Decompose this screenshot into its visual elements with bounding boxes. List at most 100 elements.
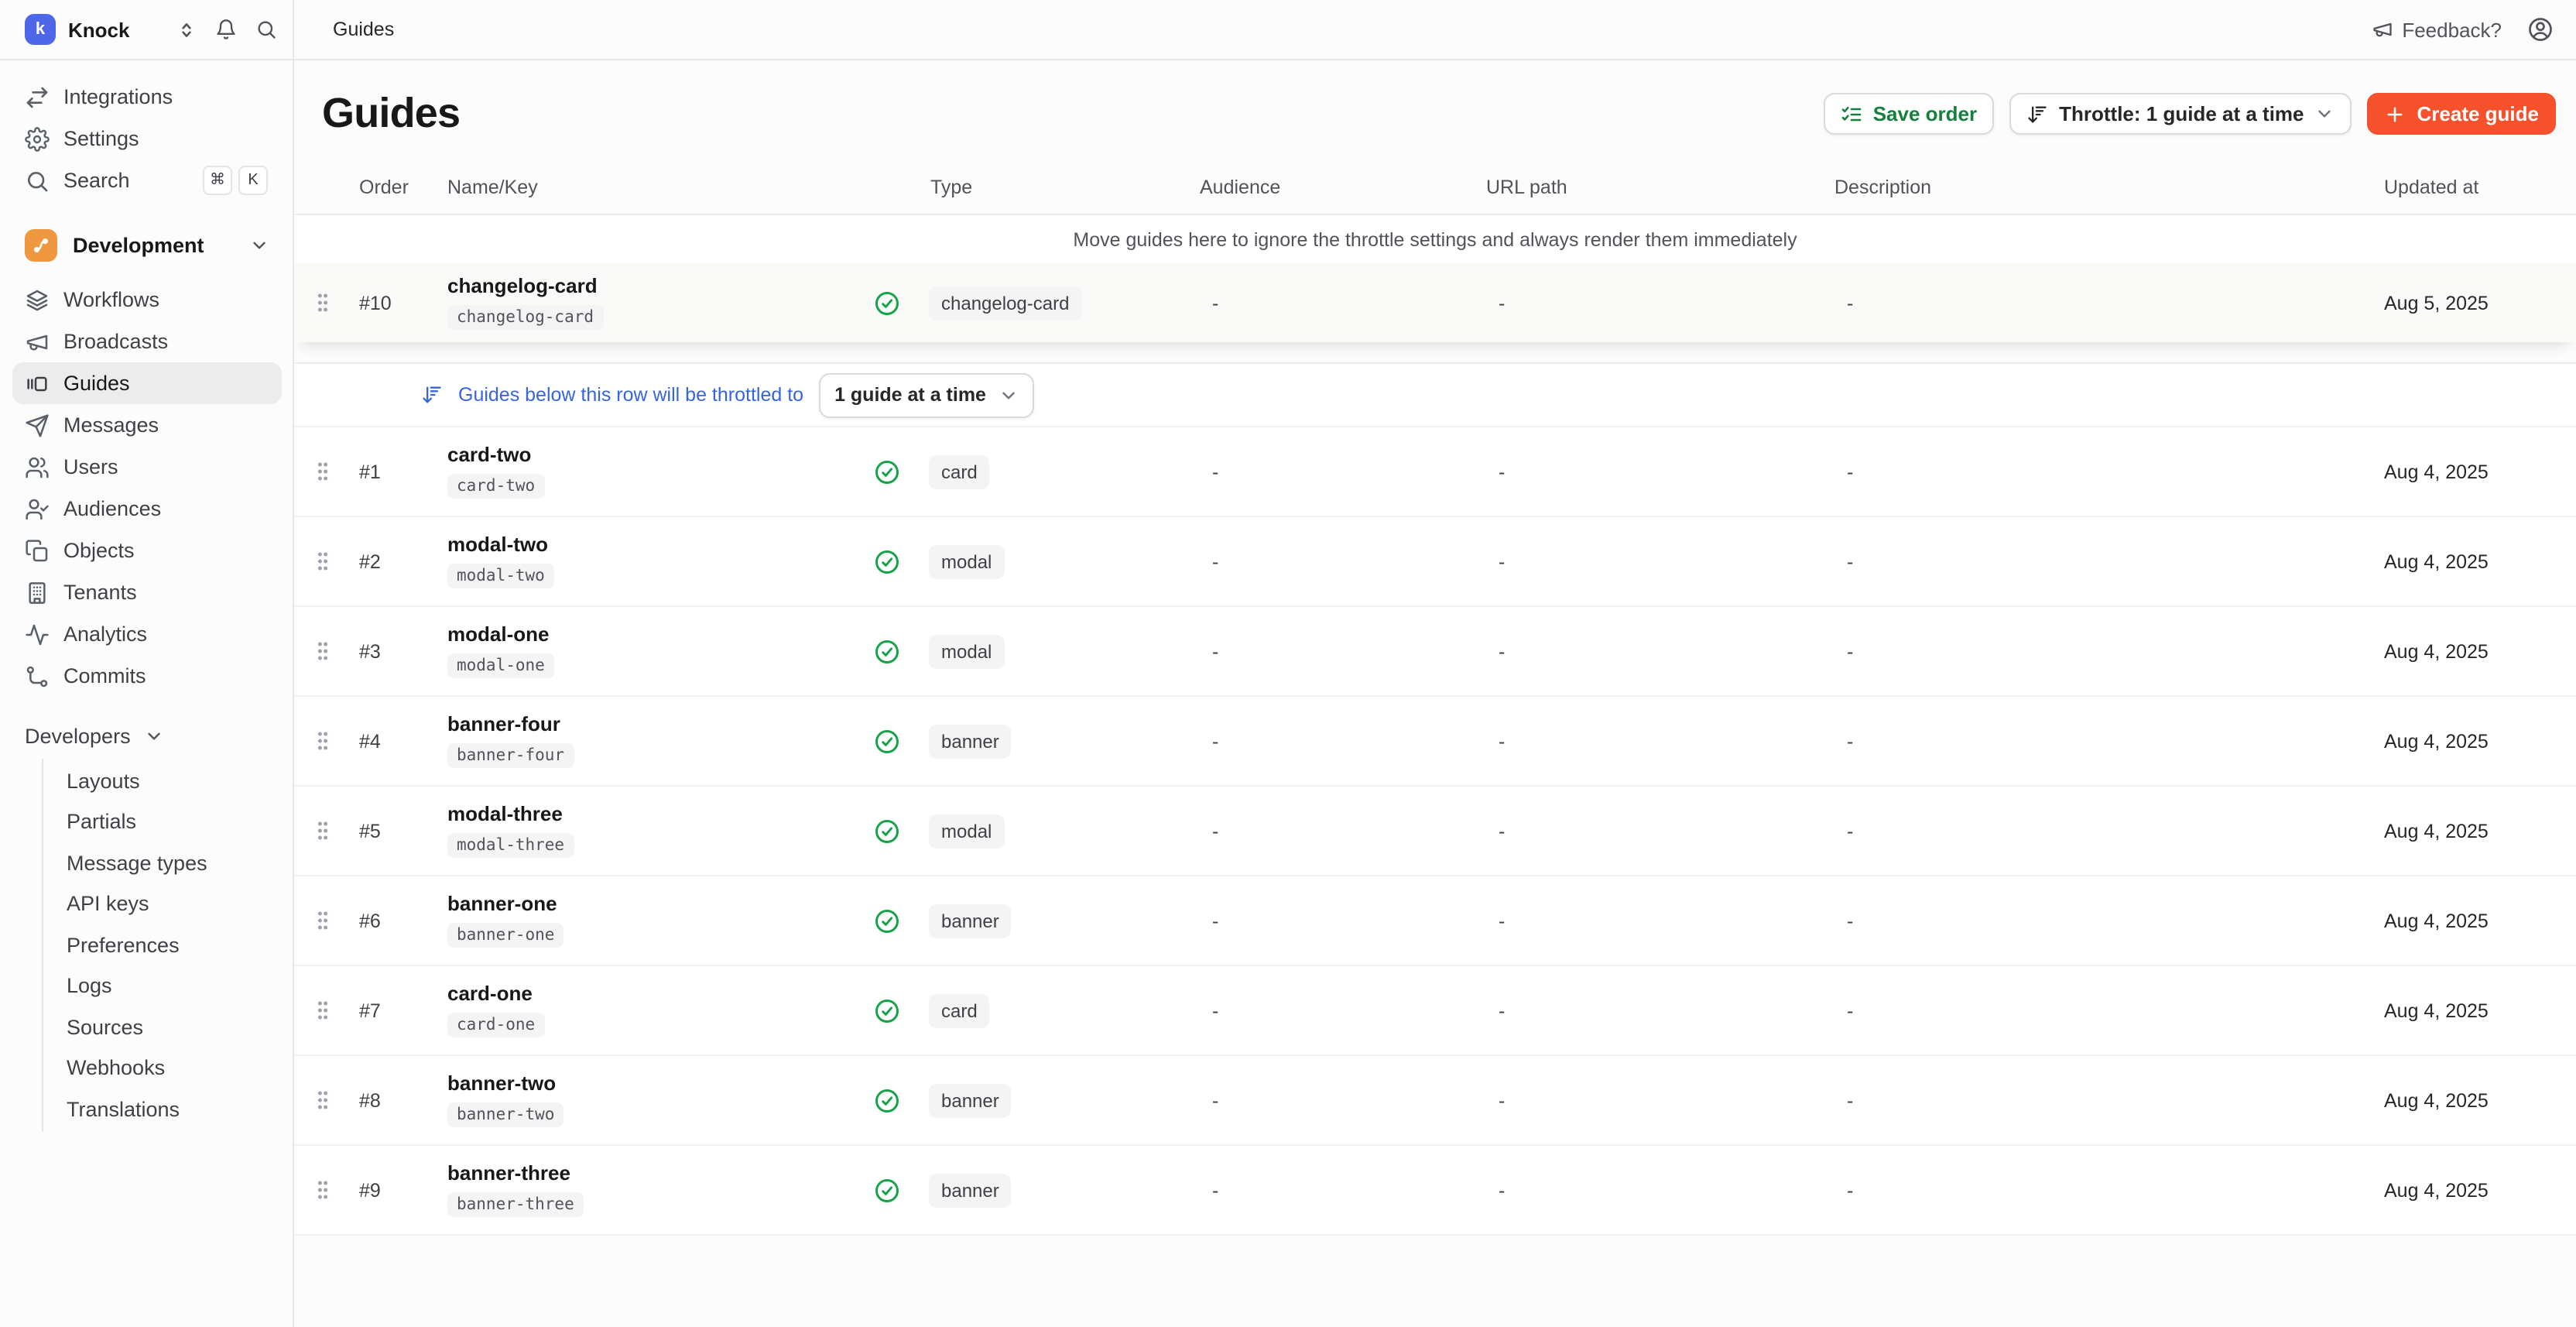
table-header-row: Order Name/Key Type Audience URL path De… [294, 161, 2576, 214]
drag-handle[interactable] [310, 639, 347, 663]
workspace-name: Knock [68, 18, 129, 41]
row-order: #7 [347, 1000, 447, 1021]
chevron-down-icon [249, 235, 269, 255]
updated-at-value: Aug 4, 2025 [2369, 1089, 2514, 1111]
sidebar-item-audiences[interactable]: Audiences [12, 488, 282, 530]
sidebar-item-users[interactable]: Users [12, 446, 282, 488]
drag-handle[interactable] [310, 1178, 347, 1202]
status-check-icon [844, 547, 929, 575]
row-order: #10 [347, 292, 447, 314]
drag-handle[interactable] [310, 999, 347, 1022]
sidebar-subitem[interactable]: Layouts [43, 760, 293, 801]
audience-value: - [1200, 910, 1486, 931]
sidebar-subitem[interactable]: Preferences [43, 924, 293, 965]
sidebar-item-guides[interactable]: Guides [12, 362, 282, 404]
drag-handle[interactable] [310, 550, 347, 573]
audience-value: - [1200, 730, 1486, 752]
table-row: #9 banner-three banner-three banner - - … [294, 1144, 2576, 1234]
sidebar-subitem[interactable]: API keys [43, 883, 293, 924]
status-check-icon [844, 1176, 929, 1204]
sidebar-subitem[interactable]: Sources [43, 1006, 293, 1048]
description-value: - [1834, 820, 2369, 842]
audience-value: - [1200, 461, 1486, 482]
feedback-button[interactable]: Feedback? [2371, 18, 2502, 41]
sidebar-item-workflows[interactable]: Workflows [12, 279, 282, 321]
row-order: #5 [347, 820, 447, 842]
sidebar-item-analytics[interactable]: Analytics [12, 613, 282, 655]
guides-table: Order Name/Key Type Audience URL path De… [294, 161, 2576, 1236]
sidebar-subitem[interactable]: Partials [43, 801, 293, 842]
throttle-amount-dropdown[interactable]: 1 guide at a time [819, 372, 1034, 417]
url-path-value: - [1486, 461, 1834, 482]
column-header-order: Order [347, 177, 447, 198]
type-badge: modal [929, 634, 1004, 668]
app-window: k Knock Guides Feedback? [0, 0, 2576, 1327]
guide-name-link[interactable]: changelog-card [447, 276, 844, 299]
guide-name-link[interactable]: modal-three [447, 804, 844, 827]
sort-desc-icon [2026, 103, 2048, 125]
table-row: #5 modal-three modal-three modal - - - A… [294, 785, 2576, 875]
sidebar-subitem[interactable]: Logs [43, 965, 293, 1006]
column-header-type: Type [929, 177, 1200, 198]
workspace-expander-icon[interactable] [176, 19, 197, 39]
throttle-divider-label: Guides below this row will be throttled … [458, 384, 803, 406]
row-order: #8 [347, 1089, 447, 1111]
throttle-dropdown-button[interactable]: Throttle: 1 guide at a time [2009, 93, 2352, 135]
row-order: #2 [347, 550, 447, 572]
updated-at-value: Aug 4, 2025 [2369, 550, 2514, 572]
sidebar-item-integrations[interactable]: Integrations [12, 76, 282, 118]
sidebar-item-search[interactable]: Search ⌘ K [12, 159, 282, 201]
guide-name-link[interactable]: banner-three [447, 1163, 844, 1186]
sidebar-item-commits[interactable]: Commits [12, 655, 282, 697]
row-order: #4 [347, 730, 447, 752]
guide-name-link[interactable]: modal-one [447, 624, 844, 647]
status-check-icon [844, 817, 929, 845]
description-value: - [1834, 1089, 2369, 1111]
sidebar-item-messages[interactable]: Messages [12, 404, 282, 446]
drag-handle[interactable] [310, 460, 347, 483]
notifications-bell-icon[interactable] [215, 19, 237, 40]
sidebar-item-tenants[interactable]: Tenants [12, 571, 282, 613]
guide-name-link[interactable]: banner-two [447, 1073, 844, 1096]
table-row: #2 modal-two modal-two modal - - - Aug 4… [294, 516, 2576, 605]
create-guide-button[interactable]: Create guide [2368, 93, 2557, 135]
sidebar-item-broadcasts[interactable]: Broadcasts [12, 321, 282, 362]
audience-value: - [1200, 550, 1486, 572]
environment-selector[interactable]: Development [12, 221, 282, 268]
list-checks-icon [1841, 103, 1862, 125]
activity-pulse-icon [25, 622, 50, 646]
table-row: #6 banner-one banner-one banner - - - Au… [294, 875, 2576, 965]
guide-name-link[interactable]: modal-two [447, 534, 844, 557]
drag-handle[interactable] [310, 1089, 347, 1112]
search-icon[interactable] [255, 19, 277, 40]
sidebar-subitem[interactable]: Translations [43, 1089, 293, 1130]
sidebar-subitem[interactable]: Webhooks [43, 1048, 293, 1089]
workspace-switcher: k Knock [0, 0, 294, 59]
row-order: #9 [347, 1179, 447, 1201]
user-avatar-icon[interactable] [2526, 15, 2554, 43]
sidebar-subitem[interactable]: Message types [43, 842, 293, 883]
row-order: #1 [347, 461, 447, 482]
column-header-name-key: Name/Key [447, 177, 844, 198]
save-order-button[interactable]: Save order [1824, 93, 1994, 135]
status-check-icon [844, 727, 929, 755]
drag-handle[interactable] [310, 909, 347, 932]
drag-handle[interactable] [310, 729, 347, 753]
plus-icon [2385, 103, 2406, 125]
guide-name-link[interactable]: banner-one [447, 893, 844, 917]
updated-at-value: Aug 4, 2025 [2369, 910, 2514, 931]
guide-name-link[interactable]: banner-four [447, 714, 844, 737]
sidebar-item-objects[interactable]: Objects [12, 530, 282, 571]
guide-name-link[interactable]: card-two [447, 444, 844, 468]
megaphone-icon [25, 329, 50, 354]
drag-handle[interactable] [310, 291, 347, 314]
table-row: #10 changelog-card changelog-card change… [294, 263, 2576, 342]
drag-handle[interactable] [310, 819, 347, 842]
url-path-value: - [1486, 730, 1834, 752]
guide-name-link[interactable]: card-one [447, 983, 844, 1006]
updated-at-value: Aug 4, 2025 [2369, 461, 2514, 482]
url-path-value: - [1486, 640, 1834, 662]
developers-section-toggle[interactable]: Developers [12, 715, 282, 756]
sidebar-item-settings[interactable]: Settings [12, 118, 282, 159]
audience-value: - [1200, 820, 1486, 842]
